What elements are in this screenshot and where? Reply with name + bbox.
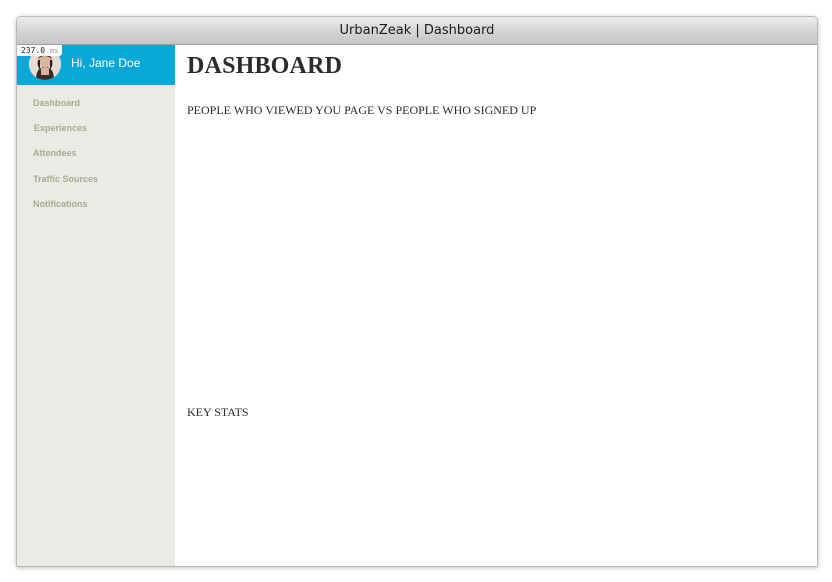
key-stats-heading: KEY STATS <box>187 405 249 419</box>
app-content: Hi, Jane Doe 237.0 ms Dashboard Experien… <box>17 45 817 566</box>
sidebar-item-notifications[interactable]: Notifications <box>17 192 175 217</box>
user-greeting: Hi, Jane Doe <box>71 56 141 70</box>
perf-value: 237.0 <box>21 46 46 55</box>
sidebar: Hi, Jane Doe 237.0 ms Dashboard Experien… <box>17 45 175 566</box>
sidebar-nav: Dashboard Experiences Attendees Traffic … <box>17 85 175 217</box>
main-panel: DASHBOARD PEOPLE WHO VIEWED YOU PAGE VS … <box>175 45 817 566</box>
sidebar-item-experiences[interactable]: Experiences <box>17 116 175 141</box>
perf-badge: 237.0 ms <box>17 45 63 56</box>
page-title: DASHBOARD <box>187 53 343 79</box>
sidebar-item-dashboard[interactable]: Dashboard <box>17 91 175 116</box>
sidebar-item-attendees[interactable]: Attendees <box>17 141 175 166</box>
chart-heading: PEOPLE WHO VIEWED YOU PAGE VS PEOPLE WHO… <box>187 103 537 117</box>
chart-placeholder <box>187 131 797 391</box>
window-titlebar: UrbanZeak | Dashboard <box>17 17 817 45</box>
window-title: UrbanZeak | Dashboard <box>339 23 495 38</box>
sidebar-item-traffic-sources[interactable]: Traffic Sources <box>17 167 175 192</box>
browser-window: UrbanZeak | Dashboard Hi, Jane Doe 237.0… <box>16 16 818 567</box>
perf-unit: ms <box>49 47 59 55</box>
